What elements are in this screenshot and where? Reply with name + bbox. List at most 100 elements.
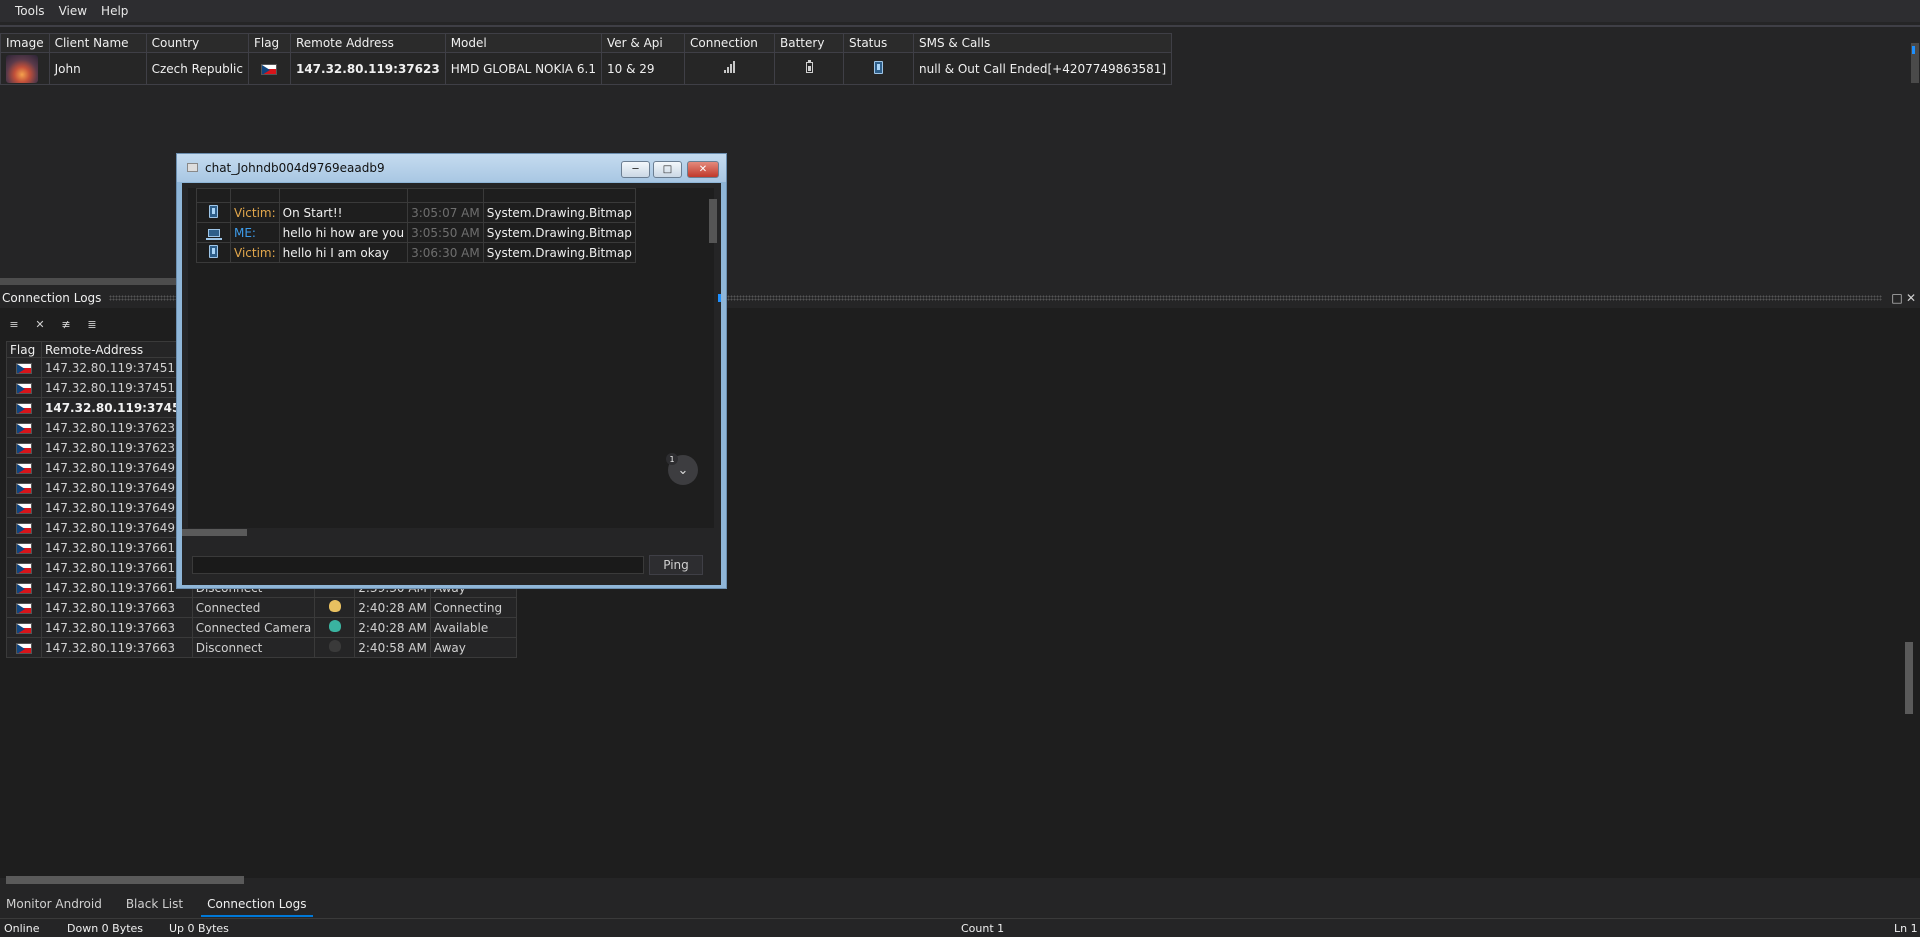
message-object: System.Drawing.Bitmap xyxy=(482,202,636,223)
col-country[interactable]: Country xyxy=(145,33,249,53)
log-remote-address: 147.32.80.119:37451 xyxy=(41,377,193,398)
clear-selected-icon[interactable]: ✕ xyxy=(32,318,48,332)
client-sms-calls: null & Out Call Ended[+4207749863581] xyxy=(912,52,1173,85)
czech-flag-icon xyxy=(16,382,32,394)
log-flag-cell xyxy=(6,457,42,478)
chat-message-input[interactable] xyxy=(192,556,644,574)
message-time: 3:06:30 AM xyxy=(407,242,484,263)
log-row[interactable]: 147.32.80.119:37663 Connected 2:40:28 AM Co… xyxy=(6,597,517,618)
col-ver-api[interactable]: Ver & Api xyxy=(601,33,685,53)
chat-window[interactable]: chat_Johndb004d9769eaadb9 ─ □ ✕ Victim: O… xyxy=(176,153,727,589)
czech-flag-icon xyxy=(16,582,32,594)
messages-vertical-scrollbar[interactable] xyxy=(709,199,717,243)
log-flag-cell xyxy=(6,517,42,538)
log-remote-address: 147.32.80.119:37649 xyxy=(41,457,193,478)
client-image-cell xyxy=(0,52,50,85)
close-panel-icon[interactable]: ✕ xyxy=(1904,291,1918,305)
sort-icon[interactable]: ≡ xyxy=(6,318,22,332)
log-remote-address: 147.32.80.119:37649 xyxy=(41,477,193,498)
log-status: Disconnect xyxy=(191,637,316,658)
clear-all-icon[interactable]: ≢ xyxy=(58,318,74,332)
unread-badge: 1 xyxy=(666,453,678,465)
logs-toolbar: ≡ ✕ ≢ ≣ xyxy=(6,318,100,332)
message-row[interactable]: Victim: hello hi I am okay 3:06:30 AM Syste… xyxy=(196,242,636,263)
chat-client-area: Victim: On Start!! 3:05:07 AM System.Drawin… xyxy=(182,183,721,585)
col-image[interactable]: Image xyxy=(0,33,50,53)
maximize-button[interactable]: □ xyxy=(653,161,682,178)
log-remote-address: 147.32.80.119:37451 xyxy=(41,397,193,418)
client-row[interactable]: John Czech Republic 147.32.80.119:37623 … xyxy=(0,52,1173,85)
chat-window-icon xyxy=(187,163,198,172)
messages-horizontal-scrollbar[interactable] xyxy=(182,529,247,536)
tab-connection-logs[interactable]: Connection Logs xyxy=(201,893,313,917)
logs-col-flag[interactable]: Flag xyxy=(6,341,42,358)
log-row[interactable]: 147.32.80.119:37663 Connected Camera 2:40:… xyxy=(6,617,517,638)
log-flag-cell xyxy=(6,537,42,558)
menu-view[interactable]: View xyxy=(52,0,94,22)
close-button[interactable]: ✕ xyxy=(687,161,719,178)
ping-button[interactable]: Ping xyxy=(649,555,703,575)
maximize-panel-icon[interactable]: □ xyxy=(1890,291,1904,305)
col-flag[interactable]: Flag xyxy=(247,33,291,53)
log-flag-cell xyxy=(6,577,42,598)
czech-flag-icon xyxy=(16,642,32,654)
log-flag-cell xyxy=(6,497,42,518)
czech-flag-icon xyxy=(16,442,32,454)
menu-help[interactable]: Help xyxy=(94,0,135,22)
text-format-icon[interactable]: ≣ xyxy=(84,318,100,332)
col-connection[interactable]: Connection xyxy=(684,33,775,53)
col-model[interactable]: Model xyxy=(444,33,603,53)
col-status[interactable]: Status xyxy=(843,33,914,53)
log-row[interactable]: 147.32.80.119:37663 Disconnect 2:40:58 AM A… xyxy=(6,637,517,658)
message-object: System.Drawing.Bitmap xyxy=(482,242,636,263)
status-bar: Online Down 0 Bytes Up 0 Bytes Count 1 L… xyxy=(0,918,1920,937)
log-flag-cell xyxy=(6,437,42,458)
message-device-cell xyxy=(196,202,231,223)
czech-flag-icon xyxy=(16,422,32,434)
tab-black-list[interactable]: Black List xyxy=(120,893,189,917)
czech-flag-icon xyxy=(16,562,32,574)
clients-horizontal-scrollbar[interactable] xyxy=(0,278,180,285)
log-remote-address: 147.32.80.119:37663 xyxy=(41,617,193,638)
logs-vertical-scrollbar[interactable] xyxy=(1905,642,1913,714)
log-state: Available xyxy=(429,617,517,638)
czech-flag-icon xyxy=(16,522,32,534)
menu-separator xyxy=(0,25,1920,27)
log-remote-address: 147.32.80.119:37649 xyxy=(41,497,193,518)
status-up: Up 0 Bytes xyxy=(169,921,229,935)
message-row[interactable]: Victim: On Start!! 3:05:07 AM System.Drawin… xyxy=(196,202,636,223)
message-time: 3:05:07 AM xyxy=(407,202,484,223)
log-remote-address: 147.32.80.119:37451 xyxy=(41,357,193,378)
log-status: Connected xyxy=(191,597,316,618)
clients-grid: Image Client Name Country Flag Remote Ad… xyxy=(0,33,1173,85)
phone-icon xyxy=(209,204,218,218)
client-status-cell xyxy=(843,52,914,85)
tab-monitor-android[interactable]: Monitor Android xyxy=(0,893,108,917)
czech-flag-icon xyxy=(16,462,32,474)
client-country: Czech Republic xyxy=(145,52,249,85)
log-status: Connected Camera xyxy=(191,617,316,638)
messages-area[interactable]: Victim: On Start!! 3:05:07 AM System.Drawin… xyxy=(188,188,714,528)
col-sms-calls[interactable]: SMS & Calls xyxy=(912,33,1173,53)
log-remote-address: 147.32.80.119:37661 xyxy=(41,537,193,558)
chat-title-bar[interactable]: chat_Johndb004d9769eaadb9 ─ □ ✕ xyxy=(177,154,726,182)
czech-flag-icon xyxy=(261,63,278,75)
menu-tools[interactable]: Tools xyxy=(8,0,52,22)
message-row[interactable]: ME: hello hi how are you 3:05:50 AM System.… xyxy=(196,222,636,243)
czech-flag-icon xyxy=(16,502,32,514)
minimize-button[interactable]: ─ xyxy=(621,161,650,178)
log-flag-cell xyxy=(6,397,42,418)
czech-flag-icon xyxy=(16,482,32,494)
signal-icon xyxy=(724,61,735,73)
col-remote-address[interactable]: Remote Address xyxy=(289,33,446,53)
log-flag-cell xyxy=(6,357,42,378)
log-flag-cell xyxy=(6,477,42,498)
col-client-name[interactable]: Client Name xyxy=(48,33,147,53)
logs-col-remote-address[interactable]: Remote-Address xyxy=(41,341,193,358)
phone-icon xyxy=(209,244,218,258)
logs-horizontal-scrollbar[interactable] xyxy=(6,876,244,884)
client-flag-cell xyxy=(247,52,291,85)
col-battery[interactable]: Battery xyxy=(774,33,844,53)
client-connection-cell xyxy=(684,52,775,85)
client-address: 147.32.80.119:37623 xyxy=(289,52,446,85)
